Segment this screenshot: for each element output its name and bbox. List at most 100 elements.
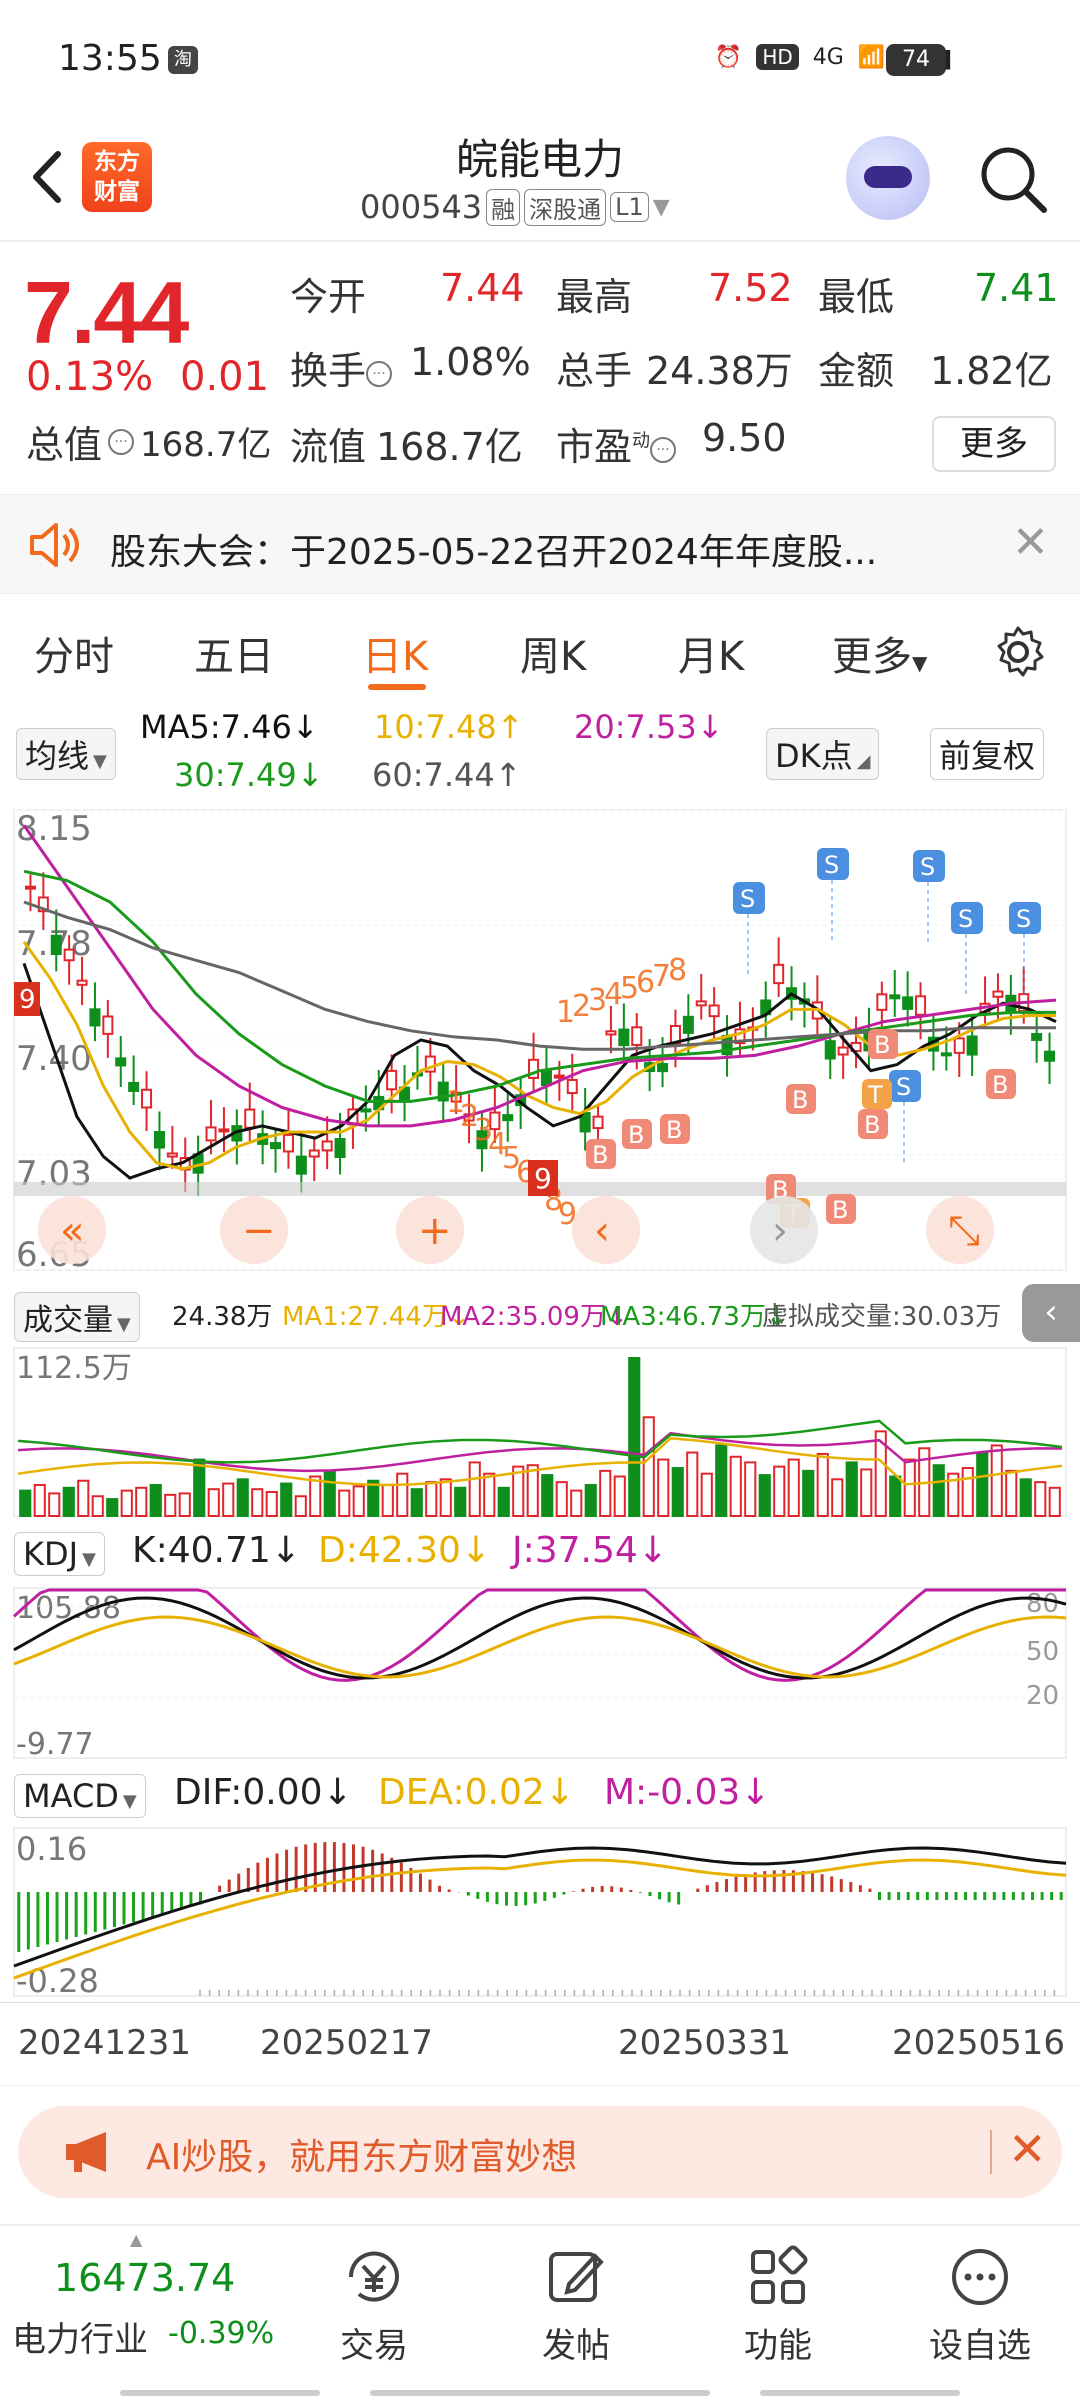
volume-bar [526, 1464, 539, 1517]
wifi-icon: 📶 [857, 44, 886, 70]
info-icon[interactable]: ··· [108, 428, 135, 455]
volume-bar [903, 1458, 916, 1517]
candle-body [592, 1115, 604, 1130]
volume-bar [164, 1493, 177, 1517]
grid-apps-icon [751, 2245, 808, 2304]
tab-monthly-k[interactable]: 月K [678, 624, 744, 682]
info-icon[interactable]: ··· [650, 436, 677, 463]
tab-daily-k[interactable]: 日K [362, 624, 428, 682]
kdj-selector[interactable]: KDJ ▼ [14, 1532, 105, 1576]
candle-body [102, 1015, 114, 1035]
sell-marker-label: S [896, 1073, 911, 1101]
kdj-d-line [13, 1615, 1067, 1679]
tab-intraday[interactable]: 分时 [34, 624, 114, 682]
kdj-j-line [12, 1588, 1066, 1682]
macd-m: M:-0.03↓ [604, 1772, 771, 1813]
ai-promo-banner[interactable]: AI炒股，就用东方财富妙想 ✕ [18, 2106, 1062, 2198]
volume-bar [265, 1491, 278, 1517]
volume-bar [976, 1451, 989, 1518]
ma-line-ma10 [22, 940, 1056, 1171]
ma-selector[interactable]: 均线 ▼ [16, 728, 116, 780]
buy-marker-label: B [628, 1121, 644, 1149]
stock-header: 东方 财富 皖能电力 000543 融 深股通 L1 ▼ [0, 120, 1080, 242]
candle-body [115, 1057, 127, 1067]
macd-dif: DIF:0.00↓ [174, 1772, 353, 1813]
stock-code-row[interactable]: 000543 融 深股通 L1 ▼ [360, 188, 670, 226]
high-label: 最高 [556, 275, 633, 319]
volume-bar [889, 1475, 902, 1517]
candle-body [940, 1052, 952, 1057]
expand-indicator-icon[interactable]: ▲ [130, 2230, 142, 2249]
dropdown-triangle-icon: ▼ [122, 1791, 137, 1812]
volume-bar [396, 1472, 409, 1518]
candle-body [708, 1004, 720, 1018]
turnover-label: 换手 ··· [290, 340, 393, 395]
nav-post[interactable]: 发帖 [516, 2244, 636, 2367]
volume-bar [1048, 1486, 1061, 1518]
notice-bar[interactable]: 股东大会：于2025-05-22召开2024年年度股... ✕ [0, 494, 1080, 594]
count-nine-label: 9 [534, 1162, 552, 1195]
date-tick: 20250331 [618, 2023, 792, 2063]
close-icon[interactable]: ✕ [1012, 517, 1049, 568]
tab-more[interactable]: 更多▼ [832, 624, 927, 682]
macd-dea: DEA:0.02↓ [378, 1772, 575, 1813]
date-tick: 20241231 [18, 2023, 192, 2063]
collapse-panel-icon[interactable]: ‹ [1022, 1284, 1080, 1342]
sell-marker-label: S [958, 905, 973, 933]
ma30-value: 30:7.49↓ [174, 756, 324, 794]
kdj-k: K:40.71↓ [132, 1530, 301, 1571]
kdj-chart[interactable]: 105.88-9.77805020 [0, 1584, 1080, 1762]
turnover-value: 1.08% [410, 340, 531, 384]
macd-top-label: 0.16 [16, 1830, 87, 1868]
volume-bar [657, 1458, 670, 1517]
macd-selector[interactable]: MACD ▼ [14, 1774, 146, 1818]
dk-point-selector[interactable]: DK点 ◢ [766, 728, 880, 780]
volume-ma-line [17, 1419, 1063, 1464]
gear-icon[interactable] [990, 624, 1046, 680]
search-icon[interactable] [974, 140, 1054, 220]
macd-chart[interactable]: 0.16 -0.28 [0, 1824, 1080, 2000]
ai-assistant-avatar[interactable] [846, 136, 930, 220]
side-count-label: 9 [19, 985, 36, 1015]
connect-tag: 深股通 [524, 188, 607, 226]
market-cap: 总值 ··· 168.7亿 [26, 423, 272, 467]
volume-indicator-selector[interactable]: 成交量 ▼ [14, 1292, 140, 1342]
info-icon[interactable]: ··· [366, 360, 393, 387]
kdj-bottom-label: -9.77 [16, 1727, 94, 1762]
kline-chart[interactable]: 8.157.787.407.036.65BBBBBBBBBSSSSSSTT123… [0, 800, 1080, 1280]
sector-name[interactable]: 电力行业 [12, 2312, 148, 2361]
ma60-value: 60:7.44↑ [372, 756, 522, 794]
ma20-value: 20:7.53↓ [574, 708, 724, 746]
more-button[interactable]: 更多 [932, 416, 1056, 472]
dropdown-triangle-icon: ▼ [93, 751, 107, 772]
tab-five-day[interactable]: 五日 [194, 624, 274, 682]
notice-text: 股东大会：于2025-05-22召开2024年年度股... [110, 532, 878, 573]
tab-weekly-k[interactable]: 周K [520, 624, 586, 682]
candle-body [334, 1138, 346, 1158]
adjust-selector[interactable]: 前复权 [930, 728, 1045, 780]
volume-bar [367, 1479, 380, 1518]
nav-functions[interactable]: 功能 [718, 2244, 838, 2367]
volume-bar [671, 1467, 684, 1517]
candle-body [141, 1088, 153, 1109]
buy-marker-label: B [992, 1071, 1008, 1099]
date-axis: 20241231 20250217 20250331 20250516 [0, 2002, 1080, 2086]
candle-body [153, 1131, 165, 1149]
volume-bar [207, 1488, 220, 1517]
date-tick: 20250217 [260, 2023, 434, 2063]
volume-bar [744, 1461, 757, 1518]
volume-bar [454, 1486, 467, 1518]
nav-add-watchlist[interactable]: 设自选 [920, 2244, 1040, 2367]
taobao-notification-icon: 淘 [168, 46, 198, 74]
volume-bar [845, 1461, 858, 1518]
candle-body [218, 1128, 230, 1133]
buy-marker-label: B [864, 1111, 880, 1139]
close-icon[interactable]: ✕ [1008, 2122, 1047, 2176]
volume-chart[interactable]: 112.5万 [0, 1344, 1080, 1520]
volume-bar [787, 1458, 800, 1517]
nav-trade[interactable]: 交易 [314, 2244, 434, 2367]
stock-code: 000543 [360, 188, 483, 226]
sector-index-value[interactable]: 16473.74 [54, 2256, 235, 2300]
sell-marker-label: S [740, 885, 755, 913]
amount-value: 1.82亿 [930, 349, 1053, 393]
